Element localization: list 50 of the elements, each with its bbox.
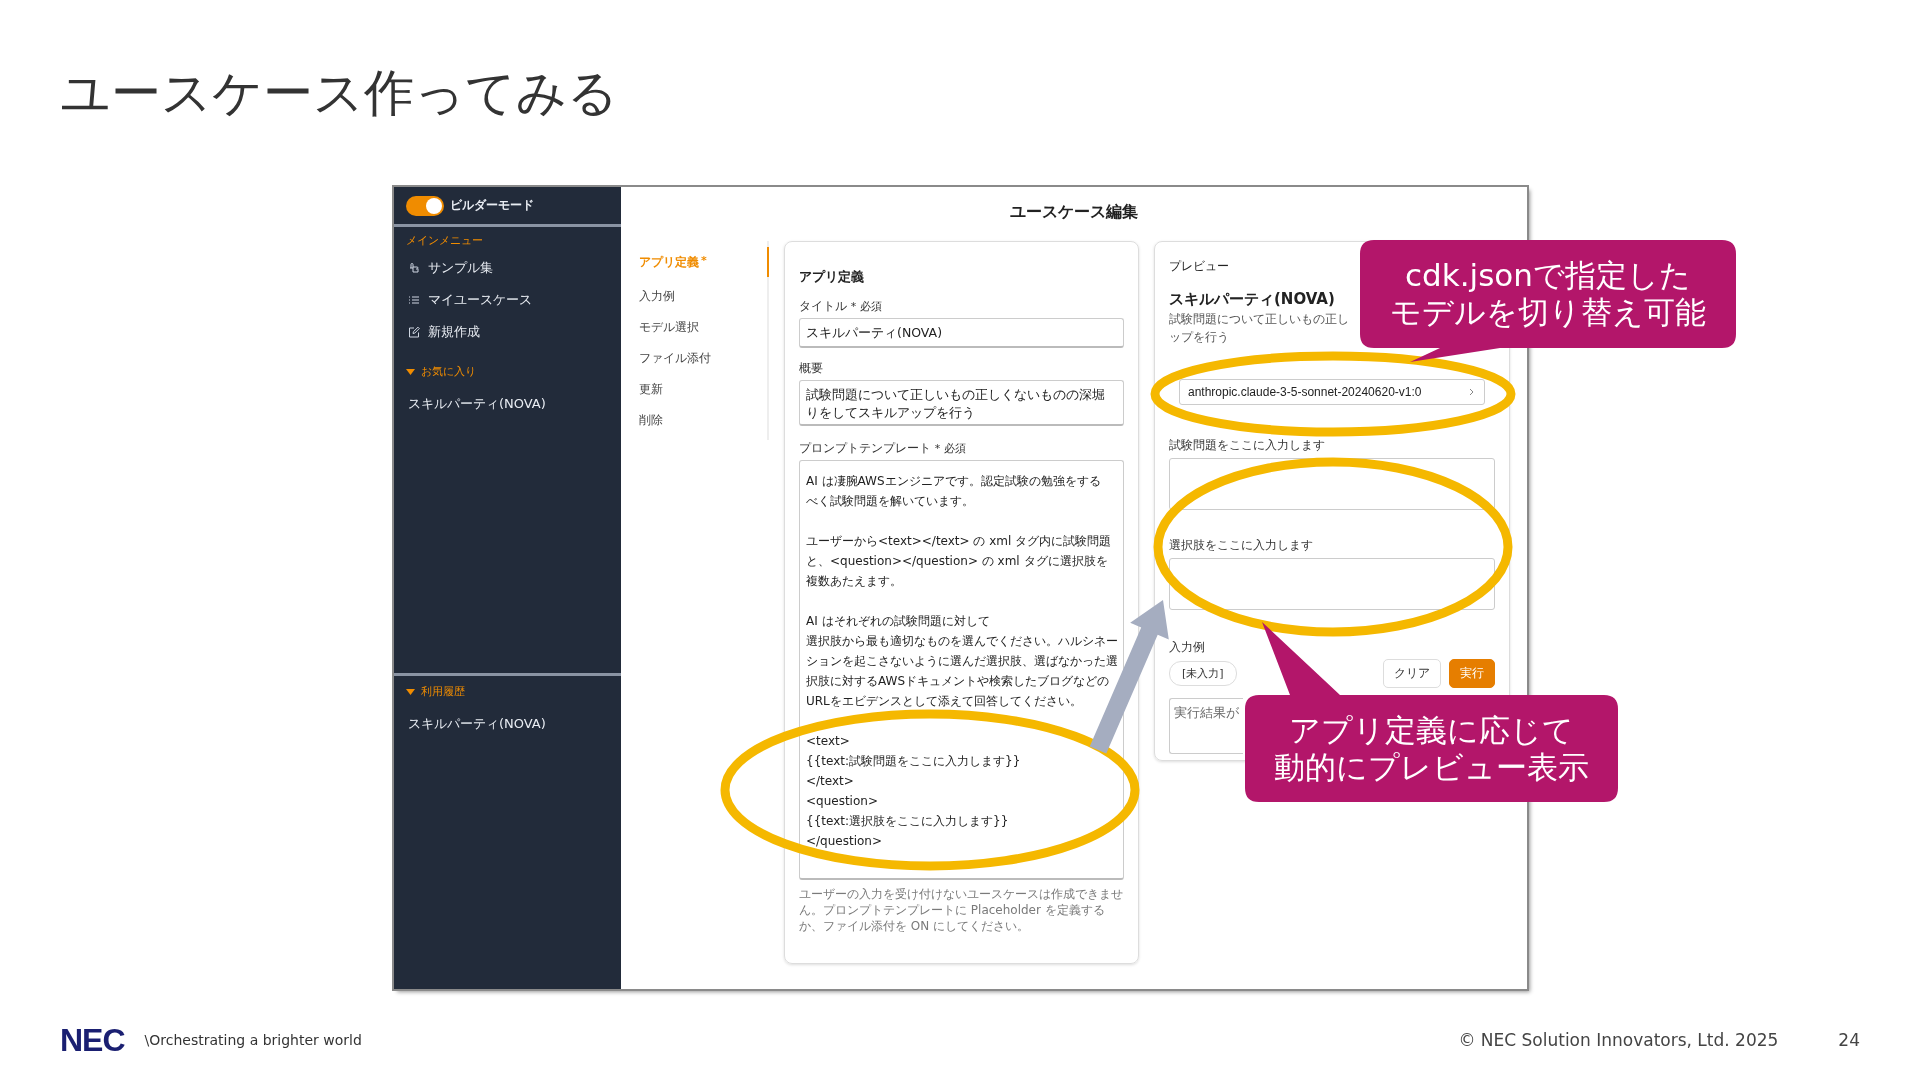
field-label: 試験問題をここに入力します <box>1169 438 1325 452</box>
caret-icon[interactable] <box>406 688 415 695</box>
preview-description: 試験問題について正しいもの正し <box>1169 312 1349 326</box>
chevron-icon <box>1468 388 1476 396</box>
input-field[interactable]: 試験問題について正しいもの正しくないものの深堀りをしてスキルアップを行う <box>799 380 1124 426</box>
page-title: ユースケース編集 <box>1010 202 1138 221</box>
nav-tab[interactable]: ファイル添付 <box>639 347 711 370</box>
input-field[interactable]: スキルパーティ(NOVA) <box>799 318 1124 348</box>
field-label: 概要 <box>799 361 823 375</box>
section-label: 利用履歴 <box>421 684 465 699</box>
callout-text: アプリ定義に応じて <box>1289 712 1574 749</box>
helper-text: ユーザーの入力を受け付けないユースケースは作成できません。プロンプトテンプレートに Placeholder を定義するか、ファイル添付を ON にしてください。 <box>799 886 1124 934</box>
nav-tab[interactable]: 削除 <box>639 409 663 432</box>
model-select[interactable]: anthropic.claude-3-5-sonnet-20240620-v1:0 <box>1179 379 1485 405</box>
sidebar-item[interactable]: 新規作成 <box>428 323 480 341</box>
list-icon <box>408 294 420 306</box>
sidebar-item[interactable]: スキルパーティ(NOVA) <box>408 716 546 731</box>
preview-description: ップを行う <box>1169 330 1229 344</box>
sidebar-item[interactable]: スキルパーティ(NOVA) <box>408 396 546 411</box>
toggle-label: ビルダーモード <box>450 197 534 214</box>
logo: NEC <box>60 1021 125 1059</box>
clear-button[interactable]: クリア <box>1383 658 1441 688</box>
result-field[interactable]: 実行結果が <box>1169 698 1243 754</box>
callout-text: モデルを切り替え可能 <box>1390 294 1706 331</box>
sidebar-item[interactable]: マイユースケース <box>428 291 532 309</box>
sidebar-item[interactable]: サンプル集 <box>428 259 493 277</box>
section-label: お気に入り <box>421 364 476 379</box>
field-label: タイトル * 必須 <box>799 299 882 313</box>
caret-icon[interactable] <box>406 368 415 375</box>
card-heading: アプリ定義 <box>799 269 864 284</box>
tagline: \Orchestrating a brighter world <box>144 1032 362 1048</box>
nav-tab[interactable]: 更新 <box>639 378 663 401</box>
page-number: 24 <box>1838 1030 1860 1050</box>
callout-text: 動的にプレビュー表示 <box>1274 749 1589 786</box>
edit-icon <box>408 326 420 338</box>
preview-title: スキルパーティ(NOVA) <box>1169 290 1335 308</box>
nav-tab[interactable]: 入力例 <box>639 285 675 308</box>
slide-title: ユースケース作ってみる <box>60 68 618 118</box>
copyright: © NEC Solution Innovators, Ltd. 2025 <box>1458 1030 1779 1050</box>
callout-text: cdk.jsonで指定した <box>1405 257 1691 294</box>
field-label: 入力例 <box>1169 640 1205 654</box>
input-field[interactable] <box>1169 558 1495 610</box>
field-label: 選択肢をここに入力します <box>1169 538 1313 552</box>
card-heading: プレビュー <box>1169 259 1229 273</box>
field-label: プロンプトテンプレート * 必須 <box>799 441 966 455</box>
section-label: メインメニュー <box>406 234 483 247</box>
hand-icon <box>408 262 420 274</box>
builder-mode-toggle[interactable] <box>406 195 444 216</box>
nav-tab[interactable]: モデル選択 <box>639 316 699 339</box>
example-chip[interactable]: [未入力] <box>1169 660 1237 686</box>
